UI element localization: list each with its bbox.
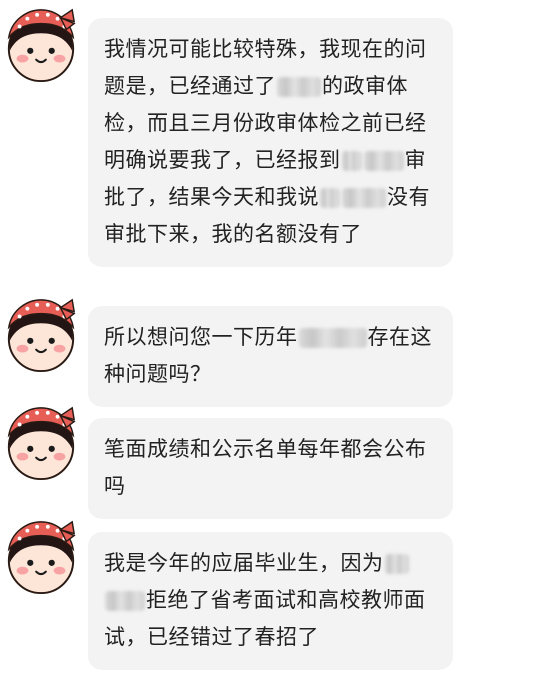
avatar[interactable] [2, 404, 80, 482]
message-text: 我情况可能比较特殊，我现在的问题是，已经通过了 的政审体检，而且三月份政审体检之前… [104, 31, 437, 253]
message-text-segment: 所以想问您一下历年 [104, 325, 298, 349]
message-bubble[interactable]: 笔面成绩和公示名单每年都会公布吗 [88, 418, 453, 519]
redacted-text [105, 591, 145, 611]
message-bubble[interactable]: 我是今年的应届毕业生，因为拒绝了省考面试和高校教师面试，已经错过了春招了 [88, 532, 453, 670]
avatar[interactable] [2, 518, 80, 596]
redacted-text [384, 554, 409, 574]
message-bubble[interactable]: 所以想问您一下历年 存在这种问题吗？ [88, 306, 453, 407]
message-text-segment: 我是今年的应届毕业生，因为 [104, 551, 384, 575]
redacted-text [298, 328, 367, 348]
redacted-text [277, 77, 321, 97]
message-bubble[interactable]: 我情况可能比较特殊，我现在的问题是，已经通过了 的政审体检，而且三月份政审体检之前… [88, 18, 453, 267]
message-text-segment: 笔面成绩和公示名单每年都会公布吗 [104, 437, 427, 498]
girl-avatar-icon [7, 298, 76, 373]
message-text-segment: 拒绝了省考面试和高校教师面试，已经错过了春招了 [104, 588, 426, 649]
avatar[interactable] [2, 6, 80, 84]
girl-avatar-icon [7, 520, 76, 595]
message-text: 所以想问您一下历年 存在这种问题吗？ [104, 319, 437, 393]
avatar[interactable] [2, 296, 80, 374]
message-text: 笔面成绩和公示名单每年都会公布吗 [104, 431, 437, 505]
girl-avatar-icon [7, 8, 76, 83]
redacted-text [320, 188, 340, 208]
redacted-text [342, 188, 386, 208]
girl-avatar-icon [7, 406, 76, 481]
message-text: 我是今年的应届毕业生，因为拒绝了省考面试和高校教师面试，已经错过了春招了 [104, 545, 437, 656]
redacted-text [341, 151, 362, 171]
redacted-text [363, 151, 404, 171]
